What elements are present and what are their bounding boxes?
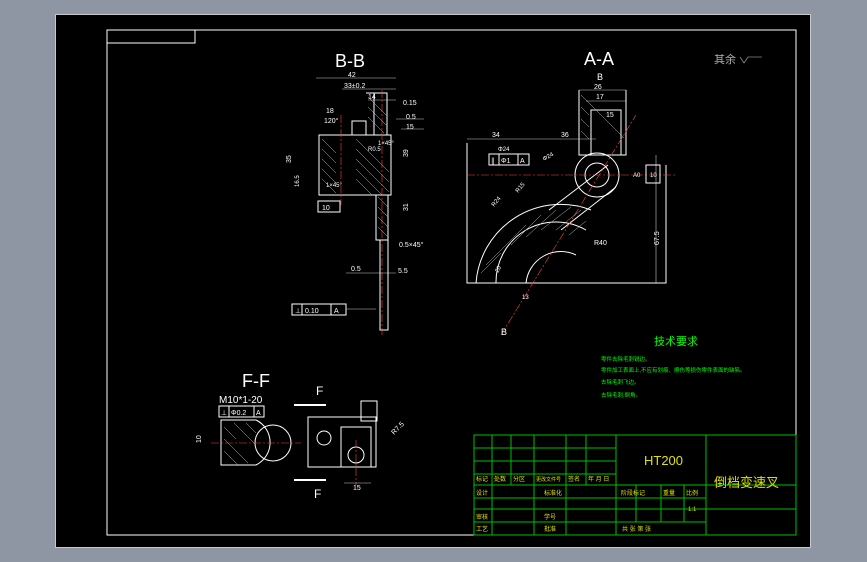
aa-dim-phi24: Φ24 — [498, 147, 510, 153]
cad-viewport[interactable]: B-B 42 33±0.2 14 18 120° 0.15 0.5 1×45° … — [55, 14, 811, 548]
dim-15: 15 — [406, 124, 414, 131]
aa-dim-r15: R15 — [515, 181, 527, 194]
aa-dim-r24: R24 — [491, 195, 503, 208]
dim-015: 0.15 — [403, 100, 417, 107]
view-ff-title: F-F — [242, 371, 270, 391]
tb-weight: 重量 — [663, 489, 675, 497]
tb-change-doc: 更改文件号 — [536, 476, 561, 483]
tb-review: 审核 — [476, 513, 488, 521]
dim-18: 18 — [326, 108, 334, 115]
material-label: HT200 — [644, 453, 683, 468]
ff-dim-10: 10 — [196, 435, 203, 443]
dim-10: 10 — [322, 205, 330, 212]
tb-scale-value: 1:1 — [688, 507, 697, 513]
drawing-canvas: B-B 42 33±0.2 14 18 120° 0.15 0.5 1×45° … — [106, 29, 797, 536]
tech-req-item: 零件去除毛刺锐边。 — [601, 355, 651, 363]
ff-dim-15: 15 — [353, 485, 361, 492]
dim-33: 33±0.2 — [344, 83, 365, 90]
tech-req-item: 去除毛刺飞边。 — [601, 378, 640, 386]
tb-count: 处数 — [494, 475, 506, 483]
dim-chamfer-2: 1×45° — [326, 183, 343, 189]
aa-tol-datum: A — [520, 158, 525, 165]
aa-hatching — [480, 206, 587, 274]
tb-process: 工艺 — [476, 525, 488, 533]
tech-req-item: 去除毛刺,倒角。 — [601, 391, 641, 399]
view-ff: F-F M10*1-20 ⊥ Φ0.2 A 10 F F R7.5 15 — [196, 371, 406, 501]
aa-dim-17: 17 — [596, 94, 604, 101]
part-name: 倒档变速叉 — [714, 475, 779, 490]
aa-dim-15: 15 — [606, 112, 614, 119]
tech-req-item: 零件加工表面上,不应有划痕、擦伤等损伤零件表面的缺陷。 — [601, 366, 746, 374]
dim-05b: 0.5 — [351, 266, 361, 273]
dim-165: 16.5 — [295, 175, 301, 187]
tb-mark: 标记 — [476, 475, 488, 483]
tb-date: 年 月 日 — [588, 475, 609, 483]
tb-design: 设计 — [476, 489, 488, 497]
bb-tol-symbol: ⊥ — [295, 308, 301, 315]
tech-requirements: 技术要求 零件去除毛刺锐边。 零件加工表面上,不应有划痕、擦伤等损伤零件表面的缺… — [601, 335, 746, 399]
aa-dim-phi24b: Φ24 — [542, 151, 555, 162]
aa-dim-10: 10 — [650, 173, 657, 179]
tb-sheet-total: 共 张 第 张 — [622, 525, 651, 533]
dim-05: 0.5 — [406, 114, 416, 121]
tb-approve: 批准 — [544, 525, 556, 533]
aa-tol-symbol: ∥ — [491, 157, 495, 165]
aa-dim-20: 20 — [495, 265, 504, 274]
bb-tol-datum: A — [334, 308, 339, 315]
dim-14: 14 — [368, 94, 376, 101]
aa-cut-letter: B — [501, 327, 507, 337]
view-aa: A-A B 26 17 15 34 36 Φ24 ∥ Φ1 A Φ24 R24 … — [466, 49, 676, 337]
ff-dim-r75: R7.5 — [390, 421, 405, 436]
title-block: HT200 倒档变速叉 标记 处数 分区 更改文件号 签名 年 月 日 设计 标… — [473, 434, 797, 536]
aa-dim-34: 34 — [492, 132, 500, 139]
aa-dim-13: 13 — [522, 295, 529, 301]
dim-120: 120° — [324, 117, 339, 125]
view-bb: B-B 42 33±0.2 14 18 120° 0.15 0.5 1×45° … — [286, 51, 424, 335]
tb-sign: 签名 — [568, 475, 580, 483]
dim-31: 31 — [403, 203, 410, 211]
ff-tol-datum: A — [256, 410, 261, 417]
tb-school: 学号 — [544, 513, 556, 521]
bb-tol-value: 0.10 — [305, 308, 319, 315]
aa-dim-675: 67.5 — [654, 231, 661, 245]
dim-r05: R0.5 — [368, 147, 381, 153]
dim-55: 5.5 — [398, 268, 408, 275]
aa-dim-36: 36 — [561, 132, 569, 139]
ff-tol-value: Φ0.2 — [231, 410, 246, 417]
corner-box — [106, 29, 196, 44]
ff-tol-symbol: ⊥ — [221, 410, 227, 417]
dim-42: 42 — [348, 72, 356, 79]
ff-cut-letter-bottom: F — [314, 487, 321, 501]
tb-standardize: 标准化 — [544, 489, 562, 497]
tb-stage: 阶段标记 — [621, 489, 645, 497]
dim-35: 35 — [286, 155, 293, 163]
ff-thread: M10*1-20 — [219, 395, 263, 406]
tb-zone: 分区 — [513, 475, 525, 483]
dim-chamfer-3: 0.5×45° — [399, 241, 424, 249]
sheet-border — [106, 29, 797, 536]
view-bb-title: B-B — [335, 51, 365, 71]
dim-39: 39 — [403, 149, 410, 157]
aa-dim-a0: A0 — [633, 173, 641, 179]
aa-dim-r40: R40 — [594, 240, 607, 247]
surface-note: 其余 — [714, 52, 736, 66]
aa-section-letter: B — [597, 72, 603, 82]
tb-scale: 比例 — [686, 489, 698, 497]
aa-tol-value: Φ1 — [501, 158, 511, 165]
view-aa-title: A-A — [584, 49, 614, 69]
tech-req-title: 技术要求 — [654, 335, 698, 348]
roughness-icon — [739, 56, 762, 64]
ff-cut-letter-top: F — [316, 384, 323, 398]
